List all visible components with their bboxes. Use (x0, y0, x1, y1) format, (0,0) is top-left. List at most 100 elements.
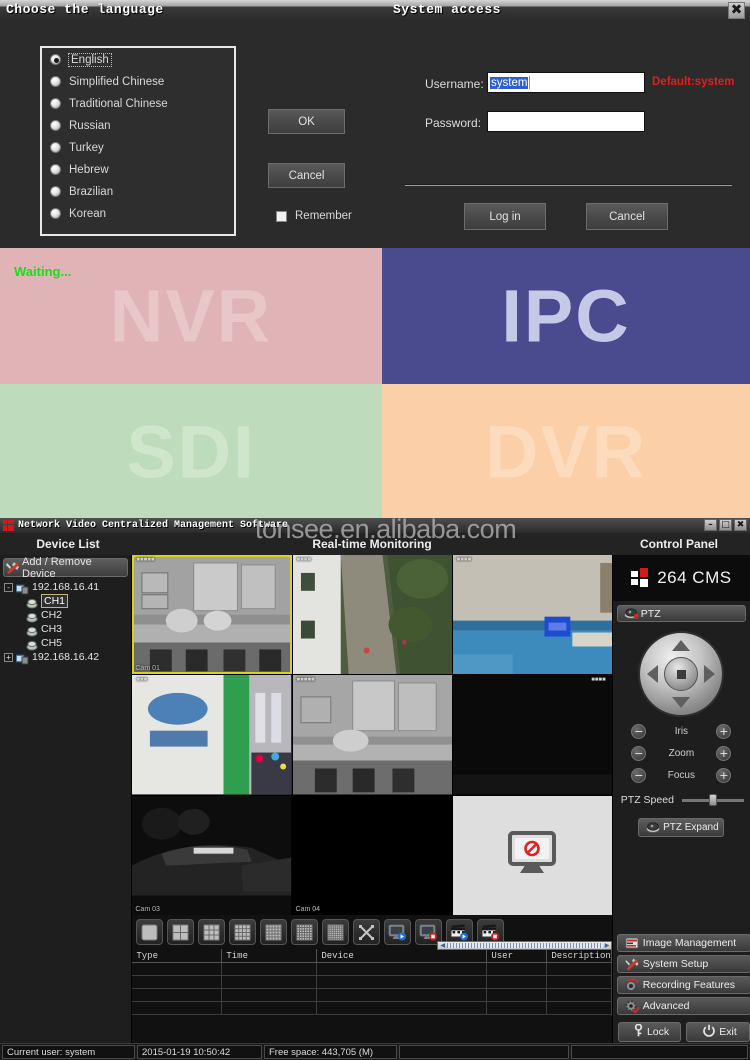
channel-node-ch2[interactable]: CH2 (4, 608, 131, 623)
video-cell-5[interactable]: ■■■■■ (292, 675, 452, 795)
device-node-2[interactable]: + 192.168.16.42 (4, 650, 131, 664)
quadrant-nvr[interactable]: Waiting... NVR (0, 248, 382, 384)
minimize-icon[interactable]: – (704, 519, 717, 531)
ptz-down-arrow-icon[interactable] (672, 697, 691, 708)
language-option-turkey[interactable]: Turkey (42, 137, 234, 158)
username-input[interactable]: system (487, 72, 645, 93)
quadrant-sdi[interactable]: SDI (0, 384, 382, 520)
menu-item-recording-features[interactable]: Recording Features (616, 976, 750, 994)
focus-minus-button[interactable]: − (631, 768, 647, 783)
language-option-hebrew[interactable]: Hebrew (42, 159, 234, 180)
device-icon (15, 652, 29, 664)
expander-icon[interactable]: - (4, 582, 13, 592)
close-icon[interactable]: ✖ (734, 519, 747, 531)
start-all-preview-button[interactable] (384, 919, 412, 945)
language-option-english[interactable]: English (42, 49, 234, 70)
scroll-left-icon[interactable]: ◀ (440, 943, 445, 949)
remember-checkbox-row[interactable]: Remember (268, 210, 352, 222)
table-row[interactable] (132, 976, 612, 989)
password-input[interactable] (487, 111, 645, 132)
ptz-left-arrow-icon[interactable] (647, 665, 659, 683)
device-node-1[interactable]: - 192.168.16.41 (4, 580, 131, 594)
radio-icon[interactable] (50, 142, 61, 153)
menu-item-advanced[interactable]: Advanced (616, 997, 750, 1015)
layout-36-button[interactable] (291, 919, 319, 945)
language-option-korean[interactable]: Korean (42, 203, 234, 224)
video-cell-3[interactable]: ■■■■ (452, 555, 612, 675)
quadrant-label-nvr: NVR (109, 274, 273, 358)
language-option-label: Traditional Chinese (69, 97, 168, 110)
menu-item-image-management[interactable]: Image Management (616, 934, 750, 952)
language-option-traditional-chinese[interactable]: Traditional Chinese (42, 93, 234, 114)
ptz-expand-button[interactable]: PTZ Expand (638, 818, 725, 837)
video-cell-2[interactable]: ■■■■ (292, 555, 452, 675)
scroll-right-icon[interactable]: ▶ (605, 943, 610, 949)
video-cell-8[interactable]: Cam 04 (292, 795, 452, 915)
menu-item-system-setup[interactable]: System Setup (616, 955, 750, 973)
layout-4-button[interactable] (167, 919, 195, 945)
zoom-plus-button[interactable]: + (716, 746, 732, 761)
cms-window-title: Network Video Centralized Management Sof… (18, 520, 289, 531)
table-row[interactable] (132, 989, 612, 1002)
radio-icon[interactable] (50, 164, 61, 175)
expander-icon[interactable]: + (4, 652, 13, 662)
close-icon[interactable]: ✖ (728, 2, 745, 19)
iris-minus-button[interactable]: − (631, 724, 647, 739)
iris-plus-button[interactable]: + (716, 724, 732, 739)
video-grid: ■■■■■ Cam 01 ■■■■ ■■■■ ■■■ ■■■■■ ■■■■ Ca… (132, 555, 612, 915)
layout-9-button[interactable] (198, 919, 226, 945)
ptz-section-header[interactable]: PTZ (616, 605, 746, 622)
table-row[interactable] (132, 963, 612, 976)
log-cell-type (132, 989, 223, 1001)
ptz-stop-button[interactable] (664, 657, 699, 691)
radio-icon[interactable] (50, 98, 61, 109)
grid-horizontal-scrollbar[interactable]: ◀ ▶ (437, 941, 613, 950)
language-option-simplified-chinese[interactable]: Simplified Chinese (42, 71, 234, 92)
focus-plus-button[interactable]: + (716, 768, 732, 783)
layout-16-button[interactable] (229, 919, 257, 945)
layout-64-button[interactable] (322, 919, 350, 945)
channel-node-ch5[interactable]: CH5 (4, 636, 131, 651)
video-cell-1[interactable]: ■■■■■ Cam 01 (132, 555, 292, 675)
language-option-russian[interactable]: Russian (42, 115, 234, 136)
video-cell-9[interactable] (452, 795, 612, 915)
log-cell-device (317, 976, 488, 988)
exit-button[interactable]: Exit (686, 1022, 750, 1042)
channel-node-ch1[interactable]: CH1 (4, 594, 131, 609)
channel-node-ch3[interactable]: CH3 (4, 622, 131, 637)
video-cell-6[interactable]: ■■■■ (452, 675, 612, 795)
language-ok-button[interactable]: OK (268, 109, 345, 134)
login-button[interactable]: Log in (464, 203, 546, 230)
zoom-minus-button[interactable]: − (631, 746, 647, 761)
log-cell-user (487, 963, 548, 975)
radio-icon[interactable] (50, 54, 61, 65)
layout-25-button[interactable] (260, 919, 288, 945)
language-cancel-button[interactable]: Cancel (268, 163, 345, 188)
radio-icon[interactable] (50, 186, 61, 197)
video-cell-7[interactable]: Cam 03 (132, 795, 292, 915)
fullscreen-button[interactable] (353, 919, 381, 945)
slider-knob[interactable] (708, 794, 717, 806)
ptz-direction-pad[interactable] (638, 631, 725, 717)
language-option-brazilian[interactable]: Brazilian (42, 181, 234, 202)
system-access-cancel-button[interactable]: Cancel (586, 203, 668, 230)
system-access-title: System access (393, 2, 501, 17)
add-remove-device-button[interactable]: Add / Remove Device (3, 556, 129, 580)
ptz-speed-slider[interactable] (681, 794, 744, 806)
maximize-icon[interactable]: □ (719, 519, 732, 531)
scroll-track[interactable] (447, 943, 603, 948)
checkbox-icon[interactable] (276, 210, 287, 222)
remember-label: Remember (295, 210, 352, 222)
lock-button[interactable]: Lock (617, 1022, 682, 1042)
table-row[interactable] (132, 1002, 612, 1015)
radio-icon[interactable] (50, 76, 61, 87)
iris-label: Iris (674, 726, 689, 737)
quadrant-ipc[interactable]: IPC (382, 248, 750, 384)
radio-icon[interactable] (50, 208, 61, 219)
ptz-right-arrow-icon[interactable] (704, 665, 716, 683)
quadrant-dvr[interactable]: DVR (382, 384, 750, 520)
video-cell-4[interactable]: ■■■ (132, 675, 292, 795)
ptz-up-arrow-icon[interactable] (672, 640, 691, 651)
layout-1-button[interactable] (136, 919, 164, 945)
radio-icon[interactable] (50, 120, 61, 131)
